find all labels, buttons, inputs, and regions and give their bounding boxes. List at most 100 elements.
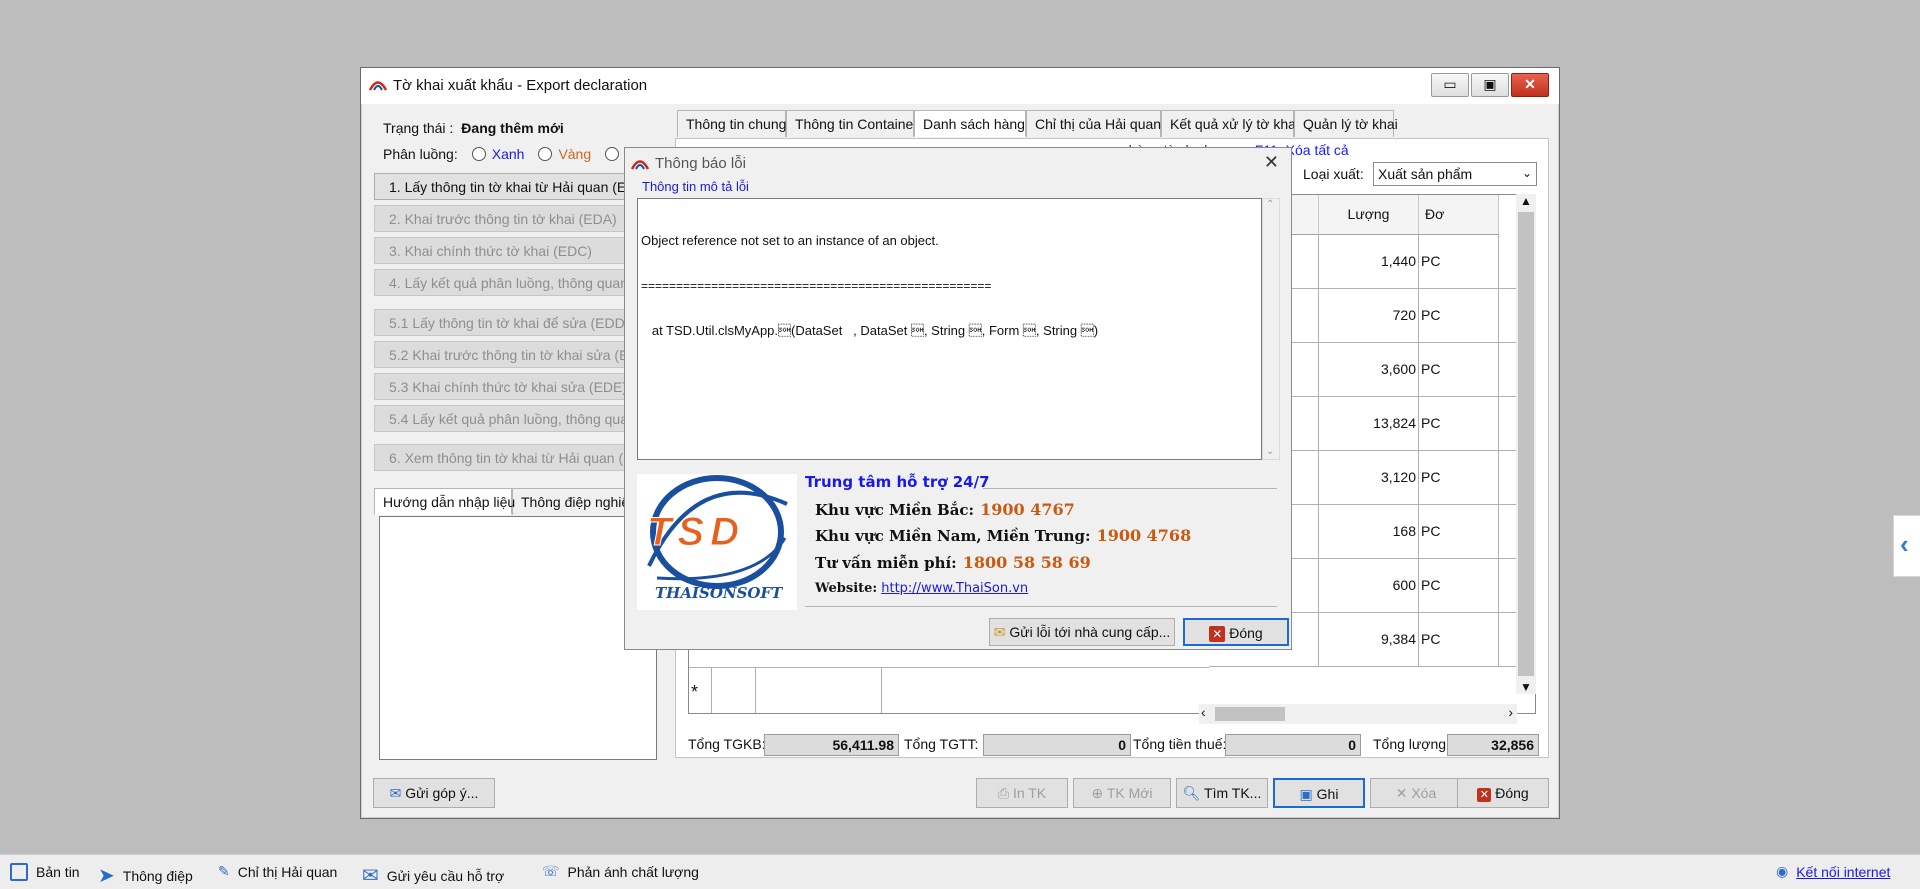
tgkb-value: 56,411.98: [764, 734, 899, 756]
cell-unit[interactable]: PC: [1419, 235, 1499, 289]
cell-qty[interactable]: 1,440: [1319, 235, 1419, 289]
news-icon: [10, 863, 28, 881]
loai-xuat-value: Xuất sản phẩm: [1378, 166, 1473, 182]
send-error-button[interactable]: ✉ Gửi lỗi tới nhà cung cấp...: [989, 618, 1175, 646]
title-bar[interactable]: Tờ khai xuất khẩu - Export declaration ▭…: [361, 68, 1559, 104]
save-button[interactable]: ▣ Ghi: [1273, 778, 1365, 808]
window-title: Tờ khai xuất khẩu - Export declaration: [393, 77, 648, 94]
taskbar-news[interactable]: Bản tin: [10, 863, 80, 881]
cell-unit[interactable]: PC: [1419, 451, 1499, 505]
search-button[interactable]: 🔍︎ Tìm TK...: [1176, 778, 1268, 808]
close-button[interactable]: ✕ Đóng: [1457, 778, 1549, 808]
grid-vertical-scrollbar[interactable]: ▲ ▼: [1516, 194, 1536, 694]
tgtt-value: 0: [983, 734, 1131, 756]
taskbar-quality-feedback[interactable]: ☏ Phản ánh chất lượng: [542, 863, 699, 880]
feedback-label: Gửi góp ý...: [405, 785, 479, 801]
header-luong[interactable]: Lượng: [1319, 195, 1419, 235]
minimize-icon: ▭: [1443, 76, 1457, 92]
envelope-icon: ✉: [389, 785, 402, 801]
dialog-close-button[interactable]: ✕ Đóng: [1183, 618, 1289, 646]
taskbar-customs-directive[interactable]: ✎ Chỉ thị Hải quan: [218, 863, 337, 880]
header-don-vi[interactable]: Đơ: [1419, 195, 1499, 235]
website-link[interactable]: http://www.ThaiSon.vn: [881, 581, 1028, 596]
status-label: Trạng thái :: [383, 120, 454, 136]
cell-qty[interactable]: 600: [1319, 559, 1419, 613]
new-row[interactable]: *: [689, 667, 1209, 713]
cell-unit[interactable]: PC: [1419, 397, 1499, 451]
mail-icon: ✉: [362, 865, 379, 887]
phan-luong-label: Phân luồng:: [383, 146, 458, 162]
scroll-left-icon: ‹: [1201, 704, 1206, 720]
tab-huong-dan[interactable]: Hướng dẫn nhập liệu: [374, 488, 515, 515]
cell-qty[interactable]: 3,600: [1319, 343, 1419, 397]
dialog-close-icon[interactable]: ✕: [1264, 152, 1279, 173]
tsd-logo: TSD THAISONSOFT: [637, 474, 797, 610]
error-message-box[interactable]: Object reference not set to an instance …: [637, 198, 1262, 460]
cell-qty[interactable]: 9,384: [1319, 613, 1419, 667]
loai-xuat-select[interactable]: Xuất sản phẩm ⌄: [1373, 162, 1537, 186]
taskbar-news-label: Bản tin: [36, 864, 80, 880]
cell-unit[interactable]: PC: [1419, 289, 1499, 343]
cell-qty[interactable]: 168: [1319, 505, 1419, 559]
cell-unit[interactable]: PC: [1419, 559, 1499, 613]
dialog-close-label: Đóng: [1229, 625, 1263, 641]
cell-qty[interactable]: 13,824: [1319, 397, 1419, 451]
grid-divider: [755, 668, 756, 713]
print-button[interactable]: ⎙ In TK: [976, 778, 1068, 808]
taskbar-messages-label: Thông điệp: [122, 867, 193, 884]
delete-label: Xóa: [1411, 785, 1437, 801]
taskbar-messages[interactable]: ➤ Thông điệp: [98, 863, 193, 888]
divider: [805, 606, 1277, 607]
cell-unit[interactable]: PC: [1419, 343, 1499, 397]
loai-xuat-label: Loại xuất:: [1303, 166, 1364, 182]
north-phone: 1900 4767: [980, 500, 1075, 519]
edit-doc-icon: ✎: [218, 863, 230, 879]
tab-thong-diep[interactable]: Thông điệp nghiệ: [512, 488, 632, 515]
hscroll-thumb[interactable]: [1215, 707, 1285, 721]
grid-divider: [711, 668, 712, 713]
error-scrollbar[interactable]: ⌃ ⌄: [1262, 198, 1280, 460]
tab-thong-tin-container[interactable]: Thông tin Container: [786, 110, 918, 137]
south-phone: 1900 4768: [1096, 526, 1192, 545]
maximize-button[interactable]: ▣: [1471, 73, 1509, 97]
save-label: Ghi: [1316, 786, 1339, 802]
feedback-button[interactable]: ✉ Gửi góp ý...: [373, 778, 495, 808]
scroll-down-icon: ⌄: [1266, 446, 1275, 457]
maximize-icon: ▣: [1483, 76, 1497, 92]
cell-unit[interactable]: PC: [1419, 505, 1499, 559]
tab-ket-qua-xu-ly[interactable]: Kết quả xử lý tờ khai: [1161, 110, 1299, 137]
error-dialog: Thông báo lỗi ✕ Thông tin mô tả lỗi Obje…: [624, 147, 1292, 650]
paper-plane-icon: ➤: [98, 865, 115, 887]
divider: [983, 488, 1277, 489]
window-close-button[interactable]: ✕: [1511, 73, 1549, 97]
delete-button[interactable]: ✕ Xóa: [1370, 778, 1462, 808]
free-label: Tư vấn miễn phí:: [815, 554, 957, 572]
scroll-right-icon: ›: [1508, 704, 1513, 720]
error-line: Object reference not set to an instance …: [641, 233, 939, 248]
new-label: TK Mới: [1106, 785, 1153, 801]
tab-quan-ly-to-khai[interactable]: Quản lý tờ khai: [1294, 110, 1398, 137]
new-button[interactable]: ⊕ TK Mới: [1073, 778, 1171, 808]
taskbar-support-request[interactable]: ✉ Gửi yêu cầu hỗ trợ: [362, 863, 504, 888]
cell-unit[interactable]: PC: [1419, 613, 1499, 667]
tab-thong-tin-chung[interactable]: Thông tin chung: [677, 110, 786, 137]
grid-horizontal-scrollbar[interactable]: ‹ ›: [1199, 704, 1517, 724]
radio-vang-label: Vàng: [558, 146, 592, 162]
radio-vang[interactable]: [538, 147, 553, 161]
radio-do[interactable]: [605, 147, 620, 161]
radio-xanh-label: Xanh: [491, 146, 525, 162]
cell-qty[interactable]: 3,120: [1319, 451, 1419, 505]
radio-xanh[interactable]: [471, 147, 486, 161]
minimize-button[interactable]: ▭: [1431, 73, 1469, 97]
side-panel-toggle[interactable]: ‹: [1893, 515, 1920, 577]
guide-textarea[interactable]: [379, 516, 657, 760]
tab-chi-thi-hai-quan[interactable]: Chỉ thị của Hải quan: [1026, 110, 1161, 137]
tab-danh-sach-hang[interactable]: Danh sách hàng: [914, 110, 1026, 137]
tgtt-label: Tổng TGTT:: [904, 736, 979, 752]
internet-connection[interactable]: ◉ Kết nối internet: [1776, 863, 1890, 880]
cell-qty[interactable]: 720: [1319, 289, 1419, 343]
chevron-down-icon: ⌄: [1521, 166, 1532, 180]
scroll-thumb[interactable]: [1518, 212, 1534, 676]
chevron-left-icon: ‹: [1900, 529, 1909, 559]
south-support-line: Khu vực Miền Nam, Miền Trung: 1900 4768: [815, 526, 1191, 545]
